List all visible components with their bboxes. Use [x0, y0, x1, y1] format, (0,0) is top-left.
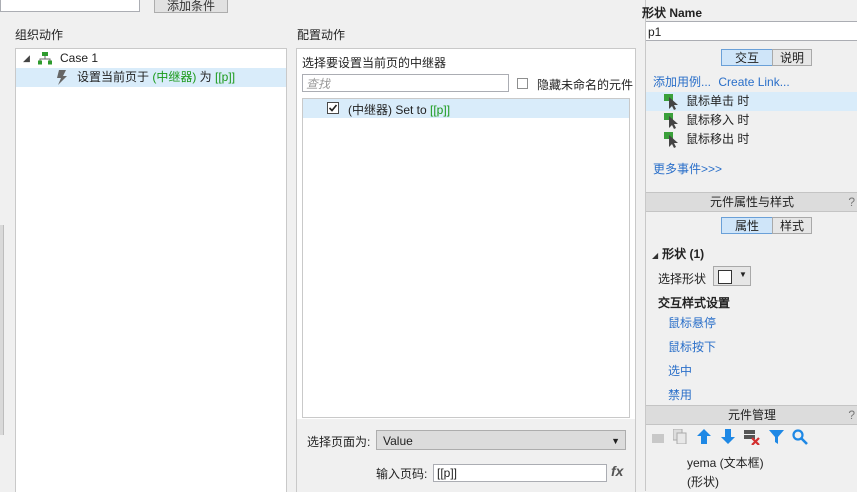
- select-repeater-label: 选择要设置当前页的中继器: [302, 56, 447, 70]
- tree-case-row[interactable]: ◢ Case 1: [16, 49, 284, 68]
- add-condition-button[interactable]: 添加条件: [154, 0, 228, 13]
- mouse-click-icon: [664, 94, 678, 110]
- style-hover-link[interactable]: 鼠标悬停: [668, 314, 716, 331]
- help-icon[interactable]: ?: [848, 406, 855, 424]
- page-value-select[interactable]: Value ▼: [376, 430, 626, 450]
- configure-action-title: 配置动作: [297, 28, 346, 42]
- checked-checkbox-icon[interactable]: [327, 102, 339, 114]
- repeater-item-text: (中继器) Set to [[p]]: [348, 103, 451, 117]
- shape-name-value: p1: [648, 25, 662, 39]
- lightning-icon: [57, 70, 67, 85]
- repeater-list: (中继器) Set to [[p]]: [302, 98, 630, 418]
- widget-item[interactable]: yema (文本框): [687, 454, 764, 471]
- case-tree-icon: [38, 52, 52, 65]
- interaction-style-title: 交互样式设置: [658, 296, 731, 310]
- shape-section-header[interactable]: ◢ 形状 (1): [652, 245, 704, 262]
- widget-manager-toolbar: [646, 427, 857, 447]
- event-label: 鼠标单击 时: [686, 94, 750, 108]
- tab-interaction[interactable]: 交互: [721, 49, 773, 66]
- action-text: 设置当前页于 (中继器) 为 [[p]]: [77, 70, 236, 84]
- props-header: 元件属性与样式 ?: [646, 192, 857, 212]
- tree-action-row[interactable]: 设置当前页于 (中继器) 为 [[p]]: [16, 68, 286, 87]
- mouse-leave-icon: [664, 132, 678, 148]
- shape-picker[interactable]: ▼: [713, 266, 751, 286]
- tab-properties[interactable]: 属性: [721, 217, 773, 234]
- tab-notes[interactable]: 说明: [772, 49, 812, 66]
- chevron-down-icon: ▼: [611, 436, 620, 446]
- organize-actions-panel: ◢ Case 1 设置当前页于 (中继器) 为 [[p]]: [15, 48, 287, 492]
- event-label: 鼠标移出 时: [686, 132, 750, 146]
- create-link[interactable]: Create Link...: [718, 75, 789, 89]
- widget-manager-title: 元件管理: [727, 408, 776, 422]
- add-folder-icon[interactable]: [652, 430, 666, 444]
- style-pressed-link[interactable]: 鼠标按下: [668, 338, 716, 355]
- repeater-list-item[interactable]: (中继器) Set to [[p]]: [303, 99, 629, 118]
- style-disabled-link[interactable]: 禁用: [668, 386, 692, 403]
- case-label: Case 1: [60, 51, 99, 65]
- collapse-triangle-icon: ◢: [652, 251, 659, 260]
- choose-shape-label: 选择形状: [658, 272, 707, 286]
- arrow-up-icon[interactable]: [697, 429, 711, 444]
- shape-name-input[interactable]: p1: [646, 21, 857, 41]
- event-row-leave[interactable]: 鼠标移出 时: [646, 130, 857, 149]
- search-icon[interactable]: [792, 429, 808, 445]
- page-select-value: Value: [383, 434, 413, 448]
- props-header-title: 元件属性与样式: [709, 195, 794, 209]
- event-label: 鼠标移入 时: [686, 113, 750, 127]
- tab-style[interactable]: 样式: [772, 217, 812, 234]
- page-select-label: 选择页面为:: [307, 435, 371, 449]
- square-shape-icon: [718, 270, 732, 284]
- shape-name-label: 形状 Name: [642, 6, 703, 20]
- hide-unnamed-label: 隐藏未命名的元件: [537, 78, 634, 92]
- event-row-click[interactable]: 鼠标单击 时: [646, 92, 857, 111]
- fx-function-button[interactable]: fx: [611, 463, 623, 479]
- style-selected-link[interactable]: 选中: [668, 362, 692, 379]
- organize-actions-title: 组织动作: [15, 28, 64, 42]
- page-number-input[interactable]: [[p]]: [433, 464, 607, 482]
- delete-widget-icon[interactable]: [744, 429, 760, 445]
- more-events-link[interactable]: 更多事件>>>: [653, 160, 722, 177]
- case-editor-dialog: 添加条件 组织动作 配置动作 ◢ Case 1 设置当前页于 (中继器) 为 […: [0, 0, 645, 492]
- help-icon[interactable]: ?: [848, 193, 855, 211]
- condition-input[interactable]: [0, 0, 140, 12]
- add-case-links: 添加用例... Create Link...: [653, 73, 790, 90]
- widget-manager-header: 元件管理 ?: [646, 405, 857, 425]
- widget-item[interactable]: (形状): [687, 473, 719, 490]
- arrow-down-icon[interactable]: [721, 429, 735, 444]
- event-row-enter[interactable]: 鼠标移入 时: [646, 111, 857, 130]
- search-input[interactable]: 查找: [302, 74, 509, 92]
- filter-icon[interactable]: [769, 430, 784, 444]
- page-settings-area: 选择页面为: Value ▼ 输入页码: [[p]] fx: [297, 419, 635, 492]
- right-inspector-panel: 形状 Name p1 交互 说明 添加用例... Create Link... …: [642, 0, 857, 491]
- add-case-link[interactable]: 添加用例...: [653, 75, 711, 89]
- chevron-down-icon: ▼: [739, 270, 747, 279]
- shape-section-title: 形状 (1): [662, 247, 705, 261]
- configure-action-panel: 选择要设置当前页的中继器 查找 隐藏未命名的元件 (中继器) Set to [[…: [296, 48, 636, 492]
- left-scroll-edge: [0, 225, 4, 435]
- copy-icon[interactable]: [673, 429, 687, 444]
- mouse-enter-icon: [664, 113, 678, 129]
- page-input-label: 输入页码:: [376, 467, 428, 481]
- collapse-triangle-icon[interactable]: ◢: [23, 49, 30, 68]
